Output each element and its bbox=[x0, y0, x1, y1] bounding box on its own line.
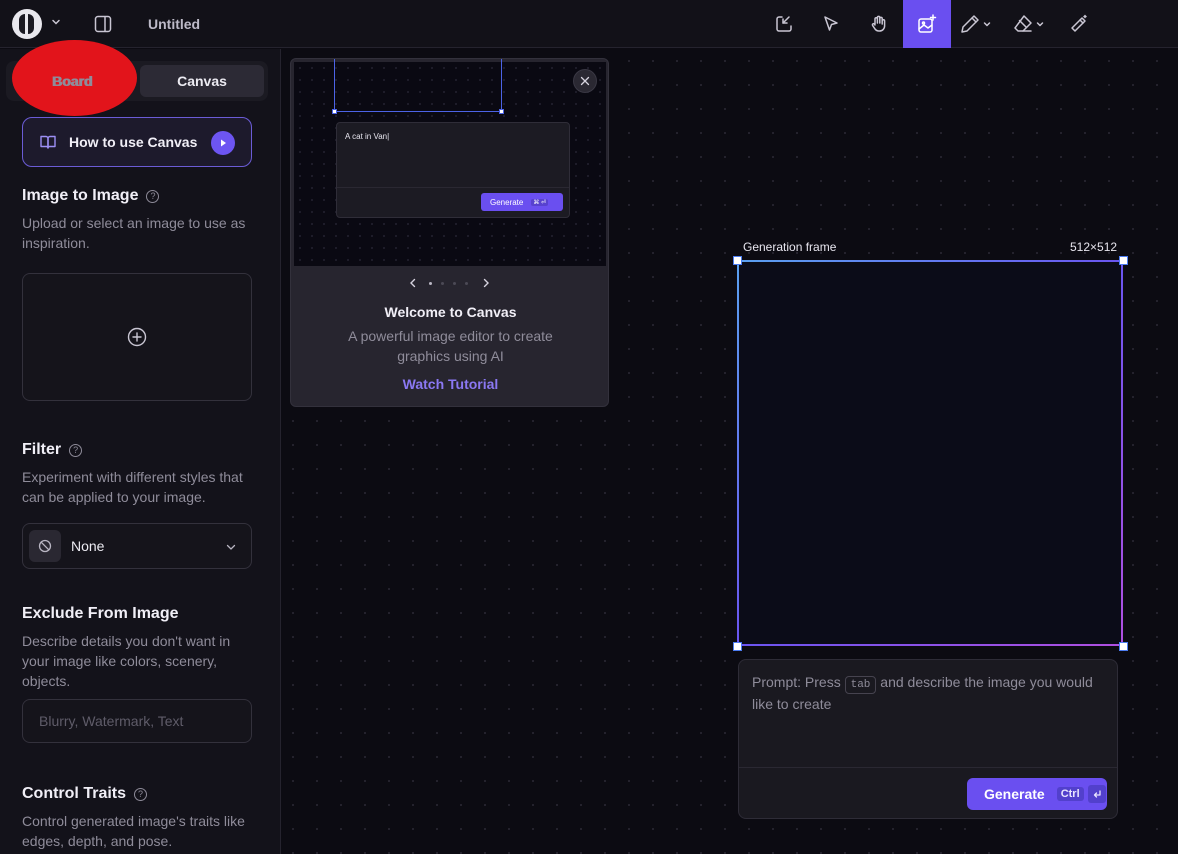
prompt-text-before: Prompt: Press bbox=[752, 674, 841, 690]
plus-circle-icon bbox=[127, 327, 147, 347]
filter-description: Experiment with different styles that ca… bbox=[22, 469, 243, 505]
top-bar: Untitled bbox=[0, 0, 1178, 48]
image-sparkle-icon bbox=[918, 14, 937, 33]
draw-tool[interactable] bbox=[955, 0, 995, 48]
ctrl-key-hint: Ctrl bbox=[1056, 787, 1084, 801]
filter-value: None bbox=[71, 538, 105, 554]
document-title[interactable]: Untitled bbox=[148, 16, 200, 32]
generation-frame[interactable] bbox=[737, 260, 1123, 646]
filter-heading: Filter ? bbox=[22, 441, 83, 459]
tutorial-preview: A cat in Van| Generate ⌘ ⏎ bbox=[294, 59, 606, 266]
close-button[interactable] bbox=[573, 69, 597, 93]
preview-generate-button: Generate ⌘ ⏎ bbox=[481, 193, 563, 211]
prompt-divider bbox=[739, 767, 1117, 768]
resize-handle-bottom-right[interactable] bbox=[1119, 642, 1128, 651]
import-tool[interactable] bbox=[767, 0, 801, 48]
close-icon bbox=[580, 76, 590, 86]
hand-icon bbox=[871, 15, 886, 32]
magic-wand-icon bbox=[1071, 14, 1087, 32]
exclude-input[interactable] bbox=[22, 699, 252, 743]
return-key-icon bbox=[1087, 785, 1106, 803]
preview-prompt: A cat in Van| Generate ⌘ ⏎ bbox=[336, 122, 570, 218]
app-logo-icon[interactable] bbox=[12, 9, 42, 39]
chevron-right-icon[interactable] bbox=[481, 278, 491, 288]
chevron-left-icon[interactable] bbox=[408, 278, 418, 288]
control-traits-heading: Control Traits ? bbox=[22, 785, 148, 803]
sidebar-toggle-icon[interactable] bbox=[93, 14, 113, 34]
carousel-pager bbox=[291, 275, 608, 291]
preview-generate-label: Generate bbox=[490, 197, 524, 207]
tab-key-hint: tab bbox=[844, 676, 877, 694]
generation-frame-size: 512×512 bbox=[1070, 240, 1118, 254]
welcome-description: A powerful image editor to create graphi… bbox=[348, 328, 553, 364]
preview-prompt-text: A cat in Van| bbox=[345, 132, 390, 141]
prompt-box[interactable]: Prompt: Press tab and describe the image… bbox=[738, 659, 1118, 819]
no-filter-icon bbox=[29, 530, 61, 562]
image-upload-dropzone[interactable] bbox=[22, 273, 252, 401]
help-icon[interactable]: ? bbox=[134, 787, 148, 801]
page-dot[interactable] bbox=[453, 282, 456, 285]
how-to-use-canvas-button[interactable]: How to use Canvas bbox=[22, 117, 252, 167]
resize-handle-top-right[interactable] bbox=[1119, 256, 1128, 265]
cursor-icon bbox=[824, 16, 838, 31]
filter-select[interactable]: None bbox=[22, 523, 252, 569]
select-tool[interactable] bbox=[814, 0, 848, 48]
page-dot[interactable] bbox=[429, 282, 432, 285]
image-to-image-heading: Image to Image ? bbox=[22, 187, 160, 205]
control-traits-description: Control generated image's traits like ed… bbox=[22, 813, 245, 849]
generate-label: Generate bbox=[984, 786, 1045, 802]
pan-tool[interactable] bbox=[861, 0, 897, 48]
play-icon bbox=[211, 131, 235, 155]
how-to-use-canvas-label: How to use Canvas bbox=[69, 134, 198, 150]
preview-shortcut: ⌘ ⏎ bbox=[531, 198, 549, 206]
welcome-card: A cat in Van| Generate ⌘ ⏎ Welcome to Ca… bbox=[290, 58, 609, 407]
tab-canvas[interactable]: Canvas bbox=[140, 65, 264, 97]
watch-tutorial-link[interactable]: Watch Tutorial bbox=[291, 376, 608, 392]
eraser-icon bbox=[1014, 15, 1032, 32]
generate-button[interactable]: Generate Ctrl bbox=[967, 778, 1107, 810]
resize-handle-bottom-left[interactable] bbox=[733, 642, 742, 651]
image-to-image-description: Upload or select an image to use as insp… bbox=[22, 215, 246, 251]
preview-frame bbox=[332, 59, 504, 114]
pencil-icon bbox=[961, 15, 979, 33]
magic-tool[interactable] bbox=[1062, 0, 1096, 48]
help-icon[interactable]: ? bbox=[69, 443, 83, 457]
generate-tool[interactable] bbox=[903, 0, 951, 48]
control-traits-title: Control Traits bbox=[22, 785, 127, 802]
generation-frame-label: Generation frame bbox=[743, 240, 837, 254]
erase-tool[interactable] bbox=[1008, 0, 1048, 48]
image-to-image-title: Image to Image bbox=[22, 187, 139, 204]
exclude-description: Describe details you don't want in your … bbox=[22, 633, 231, 689]
chevron-down-icon bbox=[983, 22, 991, 27]
chevron-down-icon bbox=[1036, 22, 1044, 27]
exclude-heading: Exclude From Image bbox=[22, 605, 179, 622]
page-dot[interactable] bbox=[465, 282, 468, 285]
filter-title: Filter bbox=[22, 441, 62, 458]
help-icon[interactable]: ? bbox=[146, 189, 160, 203]
tab-board-label-overlay[interactable]: Board bbox=[40, 73, 104, 89]
chevron-down-icon[interactable] bbox=[50, 16, 62, 28]
sidebar: Board Canvas How to use Canvas Image to … bbox=[0, 49, 281, 854]
book-icon bbox=[40, 135, 56, 149]
import-icon bbox=[776, 16, 792, 32]
chevron-down-icon bbox=[226, 544, 236, 550]
welcome-title: Welcome to Canvas bbox=[384, 304, 517, 320]
resize-handle-top-left[interactable] bbox=[733, 256, 742, 265]
prompt-placeholder[interactable]: Prompt: Press tab and describe the image… bbox=[752, 672, 1102, 714]
page-dot[interactable] bbox=[441, 282, 444, 285]
